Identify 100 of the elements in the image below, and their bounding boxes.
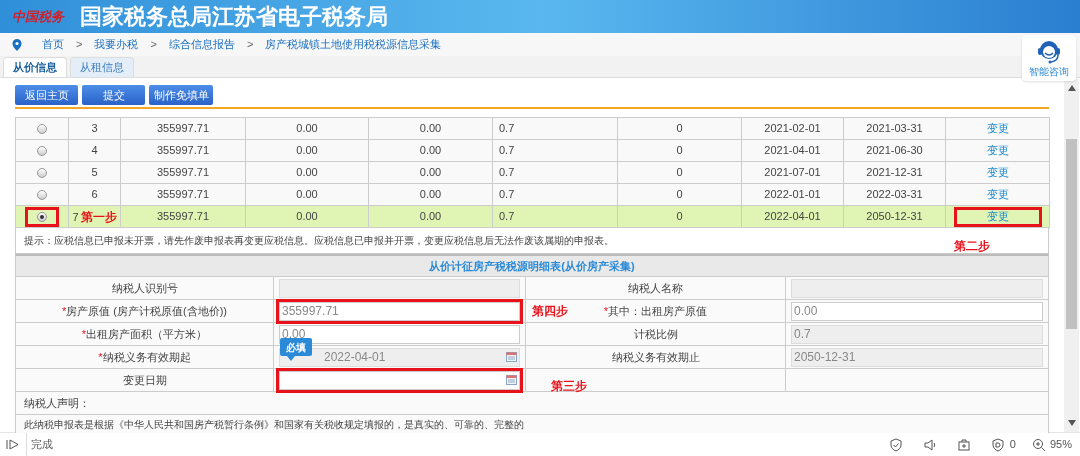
toolbar-button[interactable]: 提交 xyxy=(82,85,145,105)
table-cell: 2022-01-01 xyxy=(764,188,821,201)
zoom-icon[interactable] xyxy=(1031,437,1046,452)
help-label: 智能咨询 xyxy=(1029,67,1069,77)
table-cell: 0.00 xyxy=(296,188,318,201)
scrollbar[interactable] xyxy=(1064,79,1079,432)
breadcrumb-link[interactable]: 首页 xyxy=(42,36,64,53)
table-cell: 355997.71 xyxy=(157,188,209,201)
table-cell: 2022-04-01 xyxy=(764,210,821,223)
scroll-down-icon[interactable] xyxy=(1067,420,1076,426)
table-cell: 0 xyxy=(676,144,683,157)
location-pin-icon xyxy=(12,38,22,51)
field-label: 纳税义务有效期止 xyxy=(611,349,700,365)
breadcrumb-link[interactable]: 房产税城镇土地使用税税源信息采集 xyxy=(265,36,442,53)
breadcrumb-separator: > xyxy=(76,37,83,53)
ad-block-shield-icon[interactable] xyxy=(990,437,1005,452)
status-text: 完成 xyxy=(31,437,53,453)
table-cell: 5 xyxy=(91,166,98,179)
briefcase-icon[interactable] xyxy=(956,437,971,452)
site-title: 国家税务总局江苏省电子税务局 xyxy=(80,3,388,31)
table-cell: 2021-04-01 xyxy=(764,144,821,157)
step-annotation: 第一步 xyxy=(80,209,117,224)
table-cell: 2050-12-31 xyxy=(866,210,923,223)
change-link[interactable]: 变更 xyxy=(986,120,1009,137)
declaration-text: 此纳税申报表是根据《中华人民共和国房产税暂行条例》和国家有关税收规定填报的，是真实的、可靠的、完整的 xyxy=(24,417,524,432)
field-label: *纳税义务有效期起 xyxy=(98,349,191,365)
field-label: *房产原值 (房产计税原值(含地价)) xyxy=(62,303,227,319)
table-cell: 355997.71 xyxy=(157,210,209,223)
table-cell: 0.00 xyxy=(419,166,442,179)
table-cell: 0 xyxy=(676,210,683,223)
step-annotation: 第三步 xyxy=(551,378,587,395)
required-tooltip: 必填 xyxy=(280,338,312,361)
table-cell: 2021-02-01 xyxy=(764,122,821,135)
toolbar-button[interactable]: 返回主页 xyxy=(15,85,78,105)
table-cell: 0.00 xyxy=(296,210,318,223)
table-cell: 0.7 xyxy=(499,122,515,135)
calendar-icon[interactable] xyxy=(506,374,517,385)
table-cell: 0.00 xyxy=(419,122,442,135)
declaration-label: 纳税人声明： xyxy=(24,395,90,411)
shield-check-icon[interactable] xyxy=(888,437,903,452)
table-cell: 2021-03-31 xyxy=(866,122,923,135)
table-cell: 0 xyxy=(676,188,683,201)
table-cell: 2021-06-30 xyxy=(866,144,923,157)
table-cell: 355997.71 xyxy=(157,144,209,157)
input-field[interactable]: 355997.71 xyxy=(279,301,520,321)
table-cell: 2021-07-01 xyxy=(764,166,821,179)
breadcrumb-link[interactable]: 综合信息报告 xyxy=(168,36,235,53)
table-cell: 4 xyxy=(91,144,98,157)
field-label: *其中：出租房产原值 xyxy=(603,303,708,319)
scroll-up-icon[interactable] xyxy=(1067,85,1076,91)
table-cell: 3 xyxy=(91,122,98,135)
table-cell: 0.00 xyxy=(296,166,318,179)
hint-text: 提示：应税信息已申报未开票，请先作废申报表再变更应税信息。应税信息已申报并开票，变更应税信息后无法作废该属期的申报表。 xyxy=(24,234,614,248)
tab[interactable]: 从租信息 xyxy=(70,57,134,77)
date-field[interactable] xyxy=(279,370,520,390)
table-cell: 0.00 xyxy=(419,144,442,157)
change-link[interactable]: 变更 xyxy=(986,186,1009,203)
field-label: 纳税人名称 xyxy=(628,280,683,296)
toolbar-button[interactable]: 制作免填单 xyxy=(149,85,213,105)
table-cell: 0.00 xyxy=(419,188,442,201)
table-cell: 0.7 xyxy=(499,166,515,179)
input-field[interactable] xyxy=(791,278,1043,298)
help-widget[interactable]: 智能咨询 xyxy=(1022,35,1076,81)
headset-agent-icon xyxy=(1037,39,1061,65)
breadcrumb-link[interactable]: 我要办税 xyxy=(94,36,139,53)
table-cell: 0 xyxy=(676,166,683,179)
input-field[interactable] xyxy=(279,278,520,298)
breadcrumb-separator: > xyxy=(246,37,254,53)
field-label: *出租房产面积（平方米） xyxy=(81,326,208,342)
input-field[interactable]: 0.00 xyxy=(791,301,1043,321)
table-cell: 0.00 xyxy=(296,122,318,135)
step-annotation: 第二步 xyxy=(954,237,990,255)
table-cell: 6 xyxy=(91,188,98,201)
change-link[interactable]: 变更 xyxy=(953,206,1042,227)
step-annotation: 第四步 xyxy=(532,303,568,320)
table-cell: 355997.71 xyxy=(157,122,209,135)
breadcrumb-separator: > xyxy=(150,37,157,53)
table-cell: 2021-12-31 xyxy=(866,166,923,179)
table-cell: 0.7 xyxy=(499,188,515,201)
logo-text: 中国税务 xyxy=(12,7,64,26)
tab[interactable]: 从价信息 xyxy=(3,57,67,77)
input-field[interactable]: 0.7 xyxy=(791,324,1043,344)
field-label: 纳税人识别号 xyxy=(111,280,178,296)
table-cell: 7 xyxy=(72,210,79,223)
field-label: 计税比例 xyxy=(633,326,678,342)
table-cell: 0.7 xyxy=(499,144,515,157)
ad-block-count: 0 xyxy=(1009,437,1016,453)
change-link[interactable]: 变更 xyxy=(986,142,1009,159)
input-field[interactable]: 2050-12-31 xyxy=(791,347,1043,367)
table-cell: 0 xyxy=(676,122,683,135)
table-cell: 0.00 xyxy=(296,144,318,157)
change-link[interactable]: 变更 xyxy=(986,164,1009,181)
field-label: 变更日期 xyxy=(122,372,167,388)
table-cell: 0.7 xyxy=(499,210,515,223)
speaker-icon[interactable] xyxy=(922,437,937,452)
table-cell: 2022-03-31 xyxy=(866,188,923,201)
table-cell: 355997.71 xyxy=(157,166,209,179)
calendar-icon[interactable] xyxy=(506,351,517,362)
zoom-level[interactable]: 95% xyxy=(1049,436,1072,453)
form-title: 从价计征房产税税源明细表(从价房产采集) xyxy=(429,258,635,274)
